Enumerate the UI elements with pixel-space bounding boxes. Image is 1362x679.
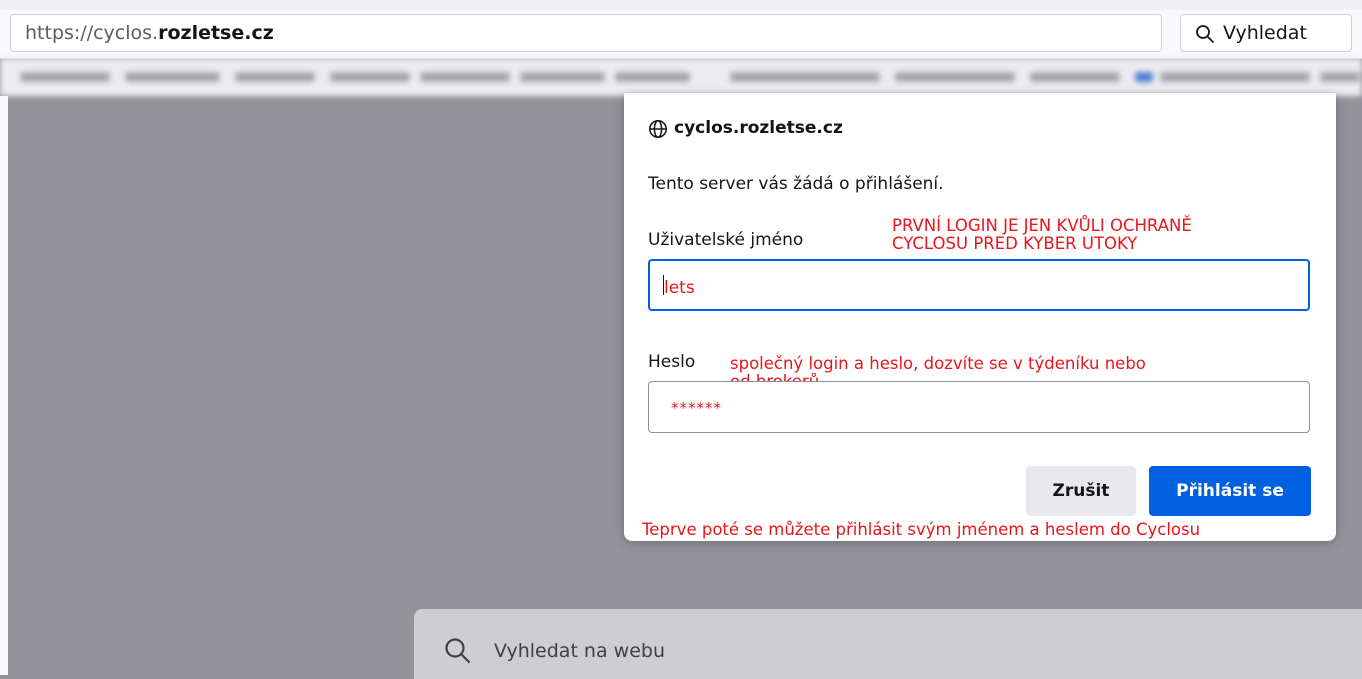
url-domain: rozletse.cz: [158, 22, 274, 44]
username-field[interactable]: lets: [648, 259, 1310, 311]
username-annotation-line2: CYCLOSU PŘED KYBER ÚTOKY: [892, 235, 1138, 253]
cancel-button[interactable]: Zrušit: [1026, 466, 1136, 516]
password-annotation-line1: společný login a heslo, dozvíte se v týd…: [730, 354, 1146, 373]
search-bar[interactable]: Vyhledat: [1180, 14, 1352, 52]
dialog-message: Tento server vás žádá o přihlášení.: [648, 174, 944, 194]
url-prefix: https://cyclos.: [25, 22, 159, 44]
sidebar-edge: [0, 96, 8, 675]
window-top-strip: [0, 0, 1362, 10]
bottom-annotation: Teprve poté se můžete přihlásit svým jmé…: [642, 520, 1201, 539]
password-field[interactable]: ******: [648, 381, 1310, 433]
bookmarks-toolbar: [0, 58, 1362, 96]
search-icon: [1196, 25, 1214, 43]
dialog-site: cyclos.rozletse.cz: [648, 117, 843, 139]
login-button[interactable]: Přihlásit se: [1149, 466, 1311, 516]
username-value: lets: [664, 278, 695, 298]
password-label: Heslo: [648, 352, 696, 372]
username-annotation-line1: PRVNÍ LOGIN JE JEN KVŮLI OCHRANĚ: [892, 216, 1192, 235]
dialog-site-name: cyclos.rozletse.cz: [674, 118, 843, 138]
globe-icon: [649, 120, 667, 138]
username-label: Uživatelské jméno: [648, 230, 804, 250]
newtab-search-placeholder: Vyhledat na webu: [494, 640, 665, 662]
url-bar[interactable]: https://cyclos.rozletse.cz: [10, 14, 1162, 52]
password-value: ******: [671, 399, 722, 417]
auth-dialog: cyclos.rozletse.cz Tento server vás žádá…: [624, 93, 1336, 541]
search-icon: [445, 638, 471, 664]
search-placeholder: Vyhledat: [1223, 22, 1307, 44]
newtab-search-box[interactable]: Vyhledat na webu: [414, 609, 1362, 675]
